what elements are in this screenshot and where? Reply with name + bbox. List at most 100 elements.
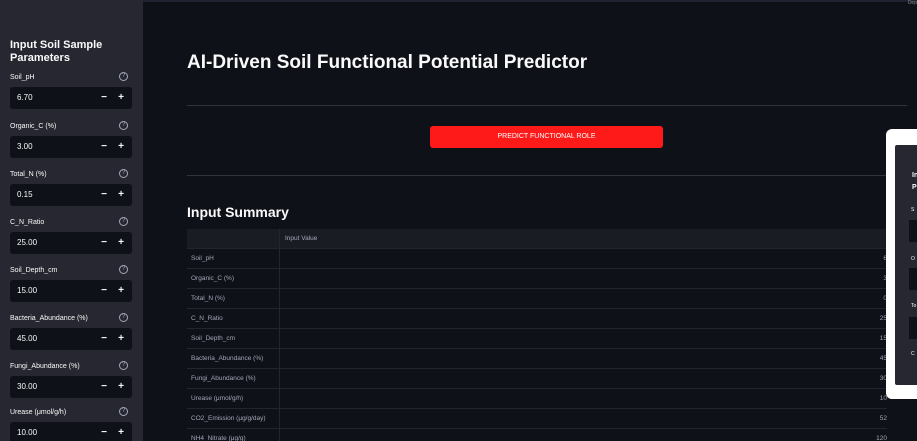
number-input-soil-depth[interactable]: 15.00 − +: [10, 280, 132, 302]
input-value[interactable]: 0.15: [17, 190, 33, 199]
overlay-input-fragment[interactable]: [909, 220, 917, 242]
row-label: Organic_C (%): [187, 269, 280, 289]
param-label: Soil_Depth_cm: [10, 267, 58, 274]
input-value[interactable]: 15.00: [17, 286, 37, 295]
number-input-total-n[interactable]: 0.15 − +: [10, 184, 132, 206]
overlay-input-fragment[interactable]: [909, 268, 917, 290]
sidebar: Input Soil Sample Parameters Soil_pH ? 6…: [0, 0, 143, 441]
overlay-title-fragment: In: [912, 172, 917, 179]
main-content: AI-Driven Soil Functional Potential Pred…: [143, 0, 917, 441]
deploy-fragment[interactable]: Dep: [908, 0, 917, 6]
row-value: 25: [879, 315, 887, 322]
sidebar-title: Input Soil Sample Parameters: [10, 39, 103, 64]
param-label: C_N_Ratio: [10, 219, 45, 226]
row-value: 10: [879, 395, 887, 402]
param-label: Urease (μmol/g/h): [10, 409, 67, 416]
page-title: AI-Driven Soil Functional Potential Pred…: [187, 52, 588, 73]
number-input-c-n-ratio[interactable]: 25.00 − +: [10, 232, 132, 254]
help-icon[interactable]: ?: [119, 313, 128, 322]
decrement-button[interactable]: −: [98, 139, 110, 155]
increment-button[interactable]: +: [115, 139, 127, 155]
table-header-value[interactable]: Input Value: [280, 229, 887, 249]
number-input-bacteria-abundance[interactable]: 45.00 − +: [10, 328, 132, 350]
table-row: Soil_Depth_cm 15: [187, 329, 887, 349]
table-header-index: [187, 229, 280, 249]
decrement-button[interactable]: −: [98, 187, 110, 203]
overlay-sidebar: [895, 145, 917, 385]
increment-button[interactable]: +: [115, 235, 127, 251]
param-label: Organic_C (%): [10, 123, 57, 130]
input-value[interactable]: 3.00: [17, 142, 33, 151]
row-label: Fungi_Abundance (%): [187, 369, 280, 389]
divider: [187, 105, 907, 106]
decrement-button[interactable]: −: [98, 283, 110, 299]
increment-button[interactable]: +: [115, 331, 127, 347]
decrement-button[interactable]: −: [98, 235, 110, 251]
number-input-soil-ph[interactable]: 6.70 − +: [10, 87, 132, 109]
overlay-label-fragment: C: [911, 351, 915, 357]
param-c-n-ratio: C_N_Ratio ? 25.00 − +: [10, 217, 132, 268]
input-value[interactable]: 30.00: [17, 382, 37, 391]
row-value: 52: [879, 415, 887, 422]
increment-button[interactable]: +: [115, 379, 127, 395]
help-icon[interactable]: ?: [119, 72, 128, 81]
row-label: Total_N (%): [187, 289, 280, 309]
row-label: Urease (μmol/g/h): [187, 389, 280, 409]
predict-button[interactable]: PREDICT FUNCTIONAL ROLE: [430, 126, 663, 148]
input-value[interactable]: 10.00: [17, 428, 37, 437]
table-row: Soil_pH 6: [187, 249, 887, 269]
help-icon[interactable]: ?: [119, 265, 128, 274]
table-row: Urease (μmol/g/h) 10: [187, 389, 887, 409]
help-icon[interactable]: ?: [119, 169, 128, 178]
param-label: Total_N (%): [10, 171, 47, 178]
help-icon[interactable]: ?: [119, 361, 128, 370]
table-row: Bacteria_Abundance (%) 45: [187, 349, 887, 369]
row-label: NH4_Nitrate (μg/g): [187, 429, 280, 441]
row-label: CO2_Emission (μg/g/day): [187, 409, 280, 429]
param-label: Soil_pH: [10, 74, 35, 81]
table-row: NH4_Nitrate (μg/g) 120: [187, 429, 887, 441]
overlay-label-fragment: S: [911, 207, 915, 213]
row-value: 30: [879, 375, 887, 382]
increment-button[interactable]: +: [115, 425, 127, 441]
top-border: [143, 0, 917, 2]
param-label: Fungi_Abundance (%): [10, 363, 80, 370]
param-fungi-abundance: Fungi_Abundance (%) ? 30.00 − +: [10, 361, 132, 412]
input-value[interactable]: 45.00: [17, 334, 37, 343]
decrement-button[interactable]: −: [98, 331, 110, 347]
table-header-row: Input Value: [187, 229, 887, 249]
row-value: 0: [280, 289, 887, 309]
input-summary-table[interactable]: Input Value Soil_pH 6 Organic_C (%) 3 To…: [187, 229, 887, 441]
overlay-input-fragment[interactable]: [909, 317, 917, 339]
help-icon[interactable]: ?: [119, 217, 128, 226]
row-value: 6: [280, 249, 887, 269]
increment-button[interactable]: +: [115, 90, 127, 106]
table-row: C_N_Ratio 25: [187, 309, 887, 329]
row-label: C_N_Ratio: [187, 309, 280, 329]
number-input-urease[interactable]: 10.00 − +: [10, 422, 132, 441]
row-label: Soil_Depth_cm: [187, 329, 280, 349]
section-title: Input Summary: [187, 204, 289, 220]
row-value: 45: [879, 355, 887, 362]
param-organic-c: Organic_C (%) ? 3.00 − +: [10, 121, 132, 172]
row-value: 3: [280, 269, 887, 289]
increment-button[interactable]: +: [115, 283, 127, 299]
table-row: Total_N (%) 0: [187, 289, 887, 309]
help-icon[interactable]: ?: [119, 121, 128, 130]
input-value[interactable]: 6.70: [17, 93, 33, 102]
decrement-button[interactable]: −: [98, 90, 110, 106]
input-value[interactable]: 25.00: [17, 238, 37, 247]
decrement-button[interactable]: −: [98, 379, 110, 395]
increment-button[interactable]: +: [115, 187, 127, 203]
row-label: Bacteria_Abundance (%): [187, 349, 280, 369]
decrement-button[interactable]: −: [98, 425, 110, 441]
number-input-fungi-abundance[interactable]: 30.00 − +: [10, 376, 132, 398]
table-row: Fungi_Abundance (%) 30: [187, 369, 887, 389]
param-urease: Urease (μmol/g/h) ? 10.00 − +: [10, 407, 132, 441]
param-soil-depth: Soil_Depth_cm ? 15.00 − +: [10, 265, 132, 316]
overlay-label-fragment: O: [911, 256, 915, 262]
help-icon[interactable]: ?: [119, 407, 128, 416]
number-input-organic-c[interactable]: 3.00 − +: [10, 136, 132, 158]
row-label: Soil_pH: [187, 249, 280, 269]
table-row: Organic_C (%) 3: [187, 269, 887, 289]
